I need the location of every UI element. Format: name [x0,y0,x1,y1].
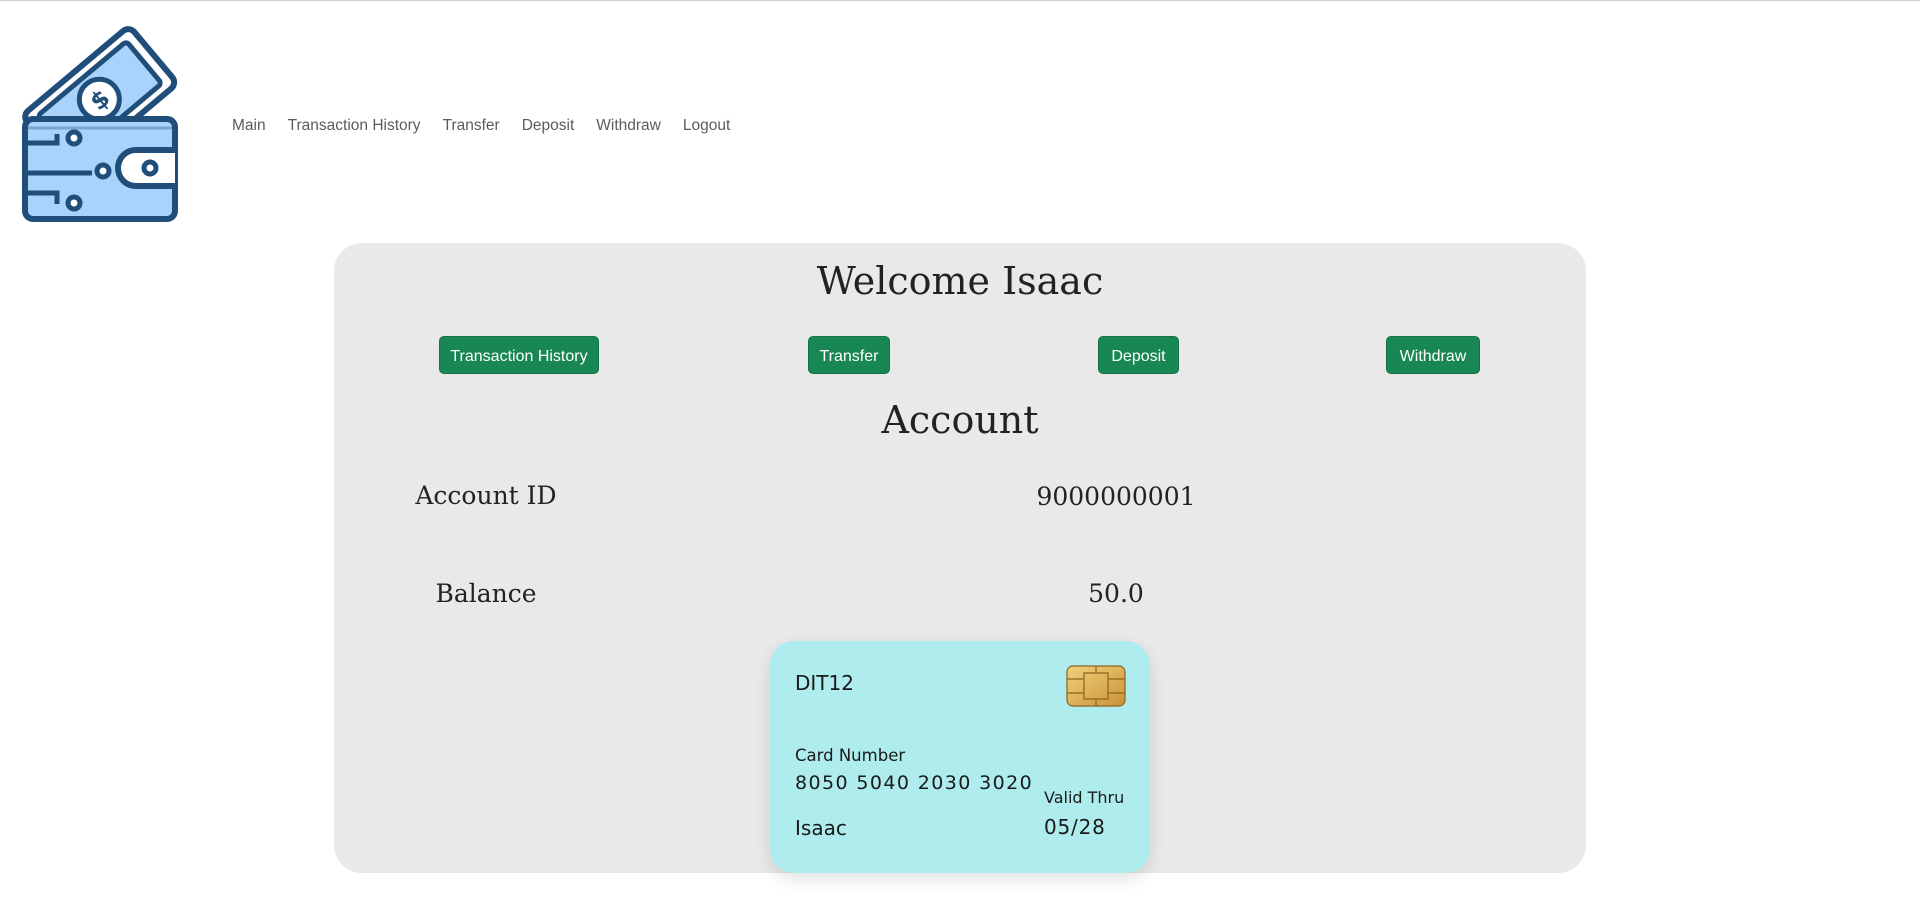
brand-logo[interactable]: $ [22,22,178,222]
navbar: $ Main Transaction History Transfer Depo… [0,0,1920,230]
card-valid-label: Valid Thru [1044,788,1125,807]
card-chip-icon [1066,665,1126,707]
account-heading: Account [881,398,1039,442]
card-number: 8050 5040 2030 3020 [795,772,1034,794]
nav-deposit[interactable]: Deposit [511,115,586,137]
nav-main[interactable]: Main [232,115,277,137]
main-nav: Main Transaction History Transfer Deposi… [232,115,741,137]
wallet-money-icon: $ [22,26,178,222]
credit-card: DIT12 Card Number 8050 5040 2030 3020 Is… [770,641,1150,873]
transaction-history-button[interactable]: Transaction History [439,336,599,374]
account-id-value: 9000000001 [1036,482,1196,511]
balance-value: 50.0 [1088,579,1144,608]
nav-logout[interactable]: Logout [672,115,741,137]
card-valid-date: 05/28 [1044,815,1106,839]
balance-label: Balance [435,579,537,608]
withdraw-button[interactable]: Withdraw [1386,336,1480,374]
card-number-label: Card Number [795,746,906,765]
nav-transfer[interactable]: Transfer [432,115,511,137]
card-holder-name: Isaac [795,816,847,840]
dashboard-panel: Welcome Isaac Transaction History Transf… [334,243,1586,873]
nav-transaction-history[interactable]: Transaction History [277,115,432,137]
welcome-heading: Welcome Isaac [816,259,1104,303]
account-id-label: Account ID [415,481,557,510]
deposit-button[interactable]: Deposit [1098,336,1179,374]
transfer-button[interactable]: Transfer [808,336,890,374]
nav-withdraw[interactable]: Withdraw [585,115,672,137]
card-bank-name: DIT12 [795,671,854,695]
